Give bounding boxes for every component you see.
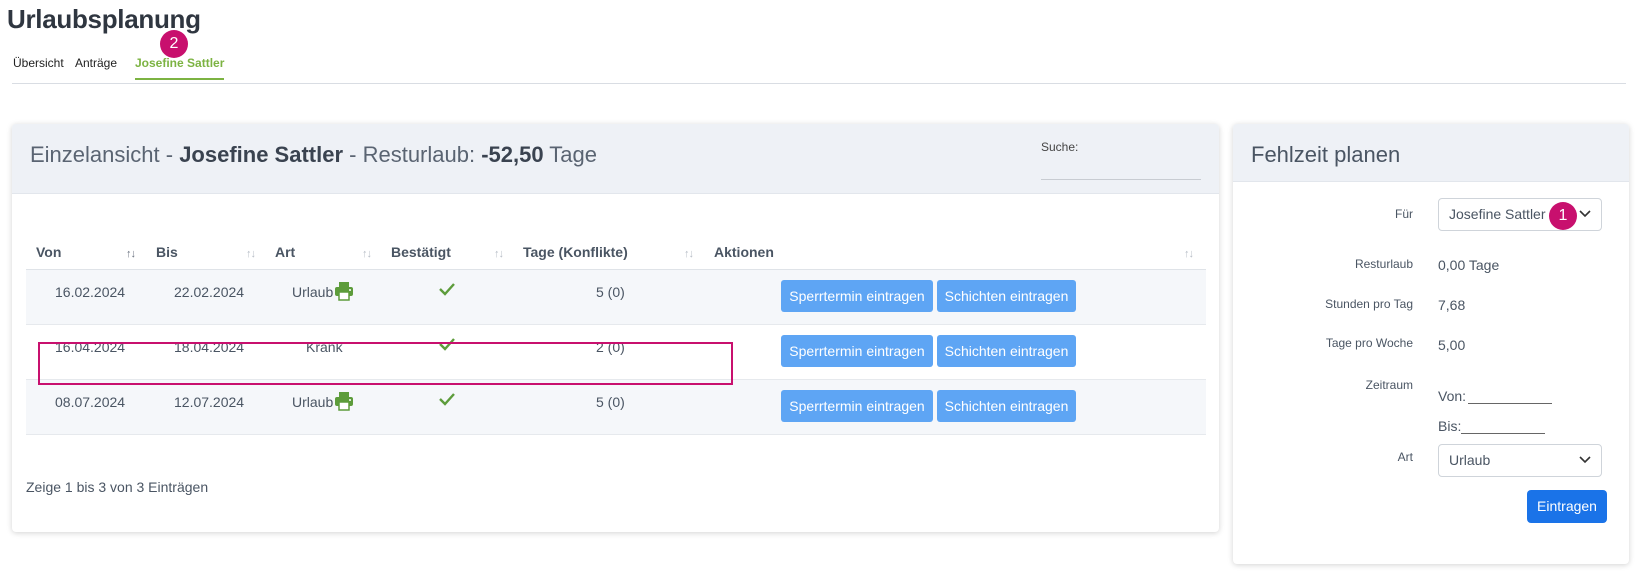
fehlzeit-header: Fehlzeit planen <box>1233 124 1629 182</box>
bis-label: Bis: <box>1438 418 1462 434</box>
fehlzeit-title: Fehlzeit planen <box>1251 142 1401 167</box>
column-von[interactable]: Von <box>36 244 61 260</box>
title-unit: Tage <box>543 142 598 167</box>
chevron-down-icon <box>1579 210 1591 218</box>
eintragen-button[interactable]: Eintragen <box>1527 490 1607 523</box>
schichten-button[interactable]: Schichten eintragen <box>937 335 1076 367</box>
schichten-button[interactable]: Schichten eintragen <box>937 280 1076 312</box>
table-row: 08.07.2024 12.07.2024 Urlaub 5 (0) Sperr… <box>26 380 1206 435</box>
step-badge-1: 1 <box>1549 202 1577 230</box>
einzelansicht-title: Einzelansicht - Josefine Sattler - Restu… <box>30 142 597 168</box>
bis-date-input[interactable] <box>1461 433 1545 434</box>
cell-von: 16.02.2024 <box>55 284 126 300</box>
table-row: 16.02.2024 22.02.2024 Urlaub 5 (0) Sperr… <box>26 270 1206 325</box>
einzelansicht-card: Einzelansicht - Josefine Sattler - Restu… <box>12 124 1219 532</box>
chevron-down-icon <box>1579 456 1591 464</box>
printer-icon[interactable] <box>334 391 354 411</box>
table-info: Zeige 1 bis 3 von 3 Einträgen <box>26 479 209 495</box>
tab-uebersicht[interactable]: Übersicht <box>13 56 64 70</box>
sort-icon[interactable]: ↑↓ <box>362 248 372 260</box>
column-art[interactable]: Art <box>275 244 295 260</box>
title-prefix: Einzelansicht - <box>30 142 180 167</box>
stunden-label: Stunden pro Tag <box>1325 297 1413 311</box>
zeitraum-label: Zeitraum <box>1365 378 1413 392</box>
sort-icon[interactable]: ↑↓ <box>1184 248 1194 260</box>
sort-icon[interactable]: ↑↓ <box>684 248 694 260</box>
sort-icon[interactable]: ↑↓ <box>494 248 504 260</box>
column-tage[interactable]: Tage (Konflikte) <box>523 244 628 260</box>
stunden-value: 7,68 <box>1438 297 1466 313</box>
fuer-value: Josefine Sattler <box>1449 206 1546 222</box>
resturlaub-label: Resturlaub <box>1354 257 1413 271</box>
title-resturlaub-label: - Resturlaub: <box>343 142 482 167</box>
check-icon <box>439 283 455 296</box>
tab-antraege[interactable]: Anträge <box>75 56 117 70</box>
sort-icon[interactable]: ↑↓ <box>126 248 136 260</box>
art-label: Art <box>1397 450 1413 464</box>
cell-art: Urlaub <box>292 284 334 300</box>
search-input[interactable] <box>1041 160 1201 180</box>
sperrtermin-button[interactable]: Sperrtermin eintragen <box>781 335 933 367</box>
table-header: Von ↑↓ Bis ↑↓ Art ↑↓ Bestätigt ↑↓ Tage (… <box>26 236 1206 270</box>
step-badge-2: 2 <box>160 30 188 58</box>
search-label: Suche: <box>1041 140 1079 154</box>
absence-table: Von ↑↓ Bis ↑↓ Art ↑↓ Bestätigt ↑↓ Tage (… <box>26 236 1206 435</box>
check-icon <box>439 393 455 406</box>
art-value: Urlaub <box>1449 452 1491 468</box>
von-label: Von: <box>1438 388 1467 404</box>
highlight-frame <box>38 342 733 385</box>
sort-icon[interactable]: ↑↓ <box>246 248 256 260</box>
sperrtermin-button[interactable]: Sperrtermin eintragen <box>781 280 933 312</box>
cell-von: 08.07.2024 <box>55 394 126 410</box>
cell-tage: 5 (0) <box>596 394 625 410</box>
column-bestaetigt[interactable]: Bestätigt <box>391 244 451 260</box>
printer-icon[interactable] <box>334 281 354 301</box>
sperrtermin-button[interactable]: Sperrtermin eintragen <box>781 390 933 422</box>
fuer-label: Für <box>1395 207 1413 221</box>
tage-value: 5,00 <box>1438 337 1466 353</box>
schichten-button[interactable]: Schichten eintragen <box>937 390 1076 422</box>
title-resturlaub-value: -52,50 <box>481 142 544 167</box>
fehlzeit-card: Fehlzeit planen Für Josefine Sattler 1 R… <box>1233 124 1629 564</box>
column-bis[interactable]: Bis <box>156 244 178 260</box>
column-aktionen[interactable]: Aktionen <box>714 244 774 260</box>
fuer-select[interactable]: Josefine Sattler <box>1438 198 1602 231</box>
cell-bis: 12.07.2024 <box>174 394 245 410</box>
title-employee-name: Josefine Sattler <box>179 142 344 167</box>
tab-bar: Übersicht Anträge Josefine Sattler <box>12 52 1626 84</box>
einzelansicht-header: Einzelansicht - Josefine Sattler - Restu… <box>12 124 1219 194</box>
cell-art: Urlaub <box>292 394 334 410</box>
tage-label: Tage pro Woche <box>1325 336 1413 350</box>
art-select[interactable]: Urlaub <box>1438 444 1602 477</box>
resturlaub-value: 0,00 Tage <box>1438 257 1500 273</box>
von-date-input[interactable] <box>1468 403 1552 404</box>
tab-josefine-sattler[interactable]: Josefine Sattler <box>135 56 225 80</box>
cell-tage: 5 (0) <box>596 284 625 300</box>
cell-bis: 22.02.2024 <box>174 284 245 300</box>
